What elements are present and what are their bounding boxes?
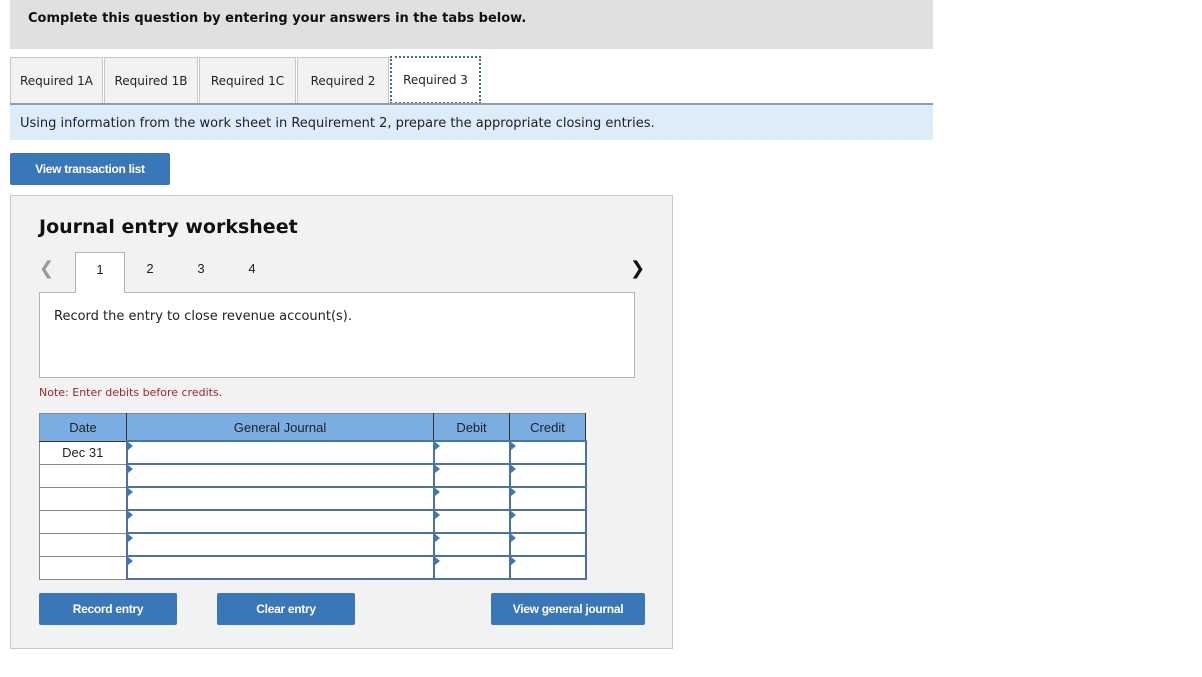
credit-cell[interactable] — [508, 463, 587, 488]
debit-input[interactable] — [434, 535, 509, 554]
account-input[interactable] — [127, 489, 433, 508]
table-row — [39, 509, 587, 534]
date-cell — [39, 532, 127, 557]
date-cell: Dec 31 — [39, 440, 127, 465]
tab-required-1b[interactable]: Required 1B — [104, 57, 198, 103]
credit-cell[interactable] — [508, 486, 587, 511]
view-general-journal-button[interactable]: View general journal — [491, 593, 645, 625]
debit-input[interactable] — [434, 466, 509, 485]
instructions-banner: Complete this question by entering your … — [10, 0, 933, 49]
date-cell — [39, 555, 127, 580]
debit-input[interactable] — [434, 443, 509, 462]
debit-cell[interactable] — [432, 463, 511, 488]
journal-entry-worksheet: Journal entry worksheet ❮ 1 2 3 4 ❯ Reco… — [10, 195, 673, 649]
entry-description: Record the entry to close revenue accoun… — [54, 309, 353, 324]
journal-table: Date General Journal Debit Credit Dec 31 — [39, 413, 587, 580]
clear-entry-button[interactable]: Clear entry — [217, 593, 355, 625]
requirement-tabs: Required 1A Required 1B Required 1C Requ… — [10, 56, 482, 104]
credit-cell[interactable] — [508, 509, 587, 534]
table-row — [39, 532, 587, 557]
debit-input[interactable] — [434, 558, 509, 577]
entry-description-box: Record the entry to close revenue accoun… — [39, 292, 635, 378]
account-input[interactable] — [127, 558, 433, 577]
table-row — [39, 555, 587, 580]
date-cell — [39, 486, 127, 511]
account-cell[interactable] — [125, 509, 435, 534]
account-cell[interactable] — [125, 532, 435, 557]
debit-input[interactable] — [434, 512, 509, 531]
header-date: Date — [39, 413, 127, 442]
debit-cell[interactable] — [432, 532, 511, 557]
credit-input[interactable] — [510, 512, 585, 531]
instruction-text: Using information from the work sheet in… — [20, 116, 655, 131]
date-cell — [39, 463, 127, 488]
tab-required-1a[interactable]: Required 1A — [10, 57, 103, 103]
header-credit: Credit — [509, 413, 586, 442]
account-cell[interactable] — [125, 486, 435, 511]
credit-cell[interactable] — [508, 440, 587, 465]
account-cell[interactable] — [125, 555, 435, 580]
header-debit: Debit — [433, 413, 510, 442]
tab-required-1c[interactable]: Required 1C — [199, 57, 296, 103]
credit-input[interactable] — [510, 466, 585, 485]
worksheet-title: Journal entry worksheet — [39, 216, 298, 238]
account-input[interactable] — [127, 443, 433, 462]
debit-cell[interactable] — [432, 486, 511, 511]
header-general-journal: General Journal — [126, 413, 434, 442]
chevron-right-icon[interactable]: ❯ — [630, 258, 645, 279]
banner-text: Complete this question by entering your … — [28, 11, 527, 26]
step-tab-1[interactable]: 1 — [75, 252, 125, 293]
date-cell — [39, 509, 127, 534]
account-input[interactable] — [127, 535, 433, 554]
credit-cell[interactable] — [508, 555, 587, 580]
credit-cell[interactable] — [508, 532, 587, 557]
debit-input[interactable] — [434, 489, 509, 508]
step-tab-3[interactable]: 3 — [176, 252, 226, 292]
credit-input[interactable] — [510, 535, 585, 554]
table-row — [39, 486, 587, 511]
account-input[interactable] — [127, 512, 433, 531]
account-cell[interactable] — [125, 440, 435, 465]
record-entry-button[interactable]: Record entry — [39, 593, 177, 625]
account-input[interactable] — [127, 466, 433, 485]
tab-required-3[interactable]: Required 3 — [390, 56, 481, 104]
debit-cell[interactable] — [432, 509, 511, 534]
table-row: Dec 31 — [39, 440, 587, 465]
instruction-bar: Using information from the work sheet in… — [10, 103, 933, 140]
table-row — [39, 463, 587, 488]
credit-input[interactable] — [510, 443, 585, 462]
debit-cell[interactable] — [432, 440, 511, 465]
step-tab-4[interactable]: 4 — [227, 252, 277, 292]
view-transaction-list-button[interactable]: View transaction list — [10, 153, 170, 185]
tab-required-2[interactable]: Required 2 — [297, 57, 389, 103]
credit-input[interactable] — [510, 489, 585, 508]
journal-header-row: Date General Journal Debit Credit — [39, 413, 586, 442]
debit-cell[interactable] — [432, 555, 511, 580]
step-tab-2[interactable]: 2 — [125, 252, 175, 292]
debit-credit-note: Note: Enter debits before credits. — [39, 386, 223, 399]
account-cell[interactable] — [125, 463, 435, 488]
chevron-left-icon[interactable]: ❮ — [39, 258, 54, 279]
credit-input[interactable] — [510, 558, 585, 577]
